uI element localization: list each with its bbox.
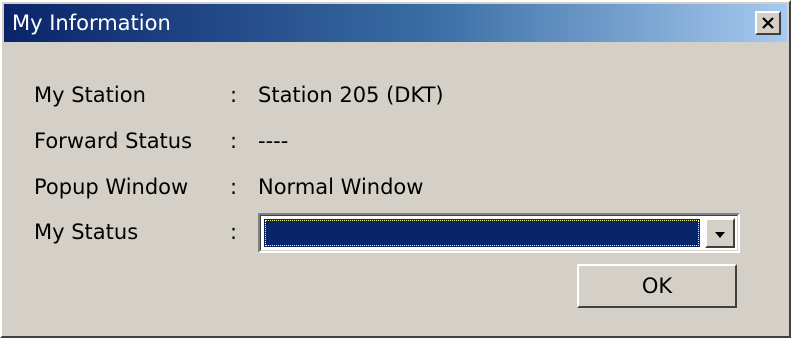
my-station-value: Station 205 (DKT): [258, 83, 444, 107]
my-status-colon: :: [230, 220, 238, 244]
chevron-down-icon: [714, 224, 726, 243]
dropdown-arrow-button[interactable]: [705, 218, 735, 248]
my-status-label: My Status: [34, 220, 139, 244]
popup-window-label: Popup Window: [34, 175, 189, 199]
my-information-dialog: My Information My Station : Station 205 …: [0, 0, 791, 338]
my-station-colon: :: [230, 83, 238, 107]
forward-status-value: ----: [258, 129, 289, 153]
popup-window-colon: :: [230, 175, 238, 199]
my-status-selected-value[interactable]: [264, 219, 700, 247]
forward-status-label: Forward Status: [34, 129, 193, 153]
ok-button[interactable]: OK: [577, 264, 737, 308]
my-station-label: My Station: [34, 83, 146, 107]
forward-status-colon: :: [230, 129, 238, 153]
popup-window-value: Normal Window: [258, 175, 424, 199]
close-icon: [761, 17, 775, 29]
title-bar[interactable]: My Information: [4, 4, 787, 42]
close-button[interactable]: [755, 11, 781, 35]
my-status-dropdown[interactable]: [258, 213, 740, 253]
window-title: My Information: [12, 11, 171, 35]
